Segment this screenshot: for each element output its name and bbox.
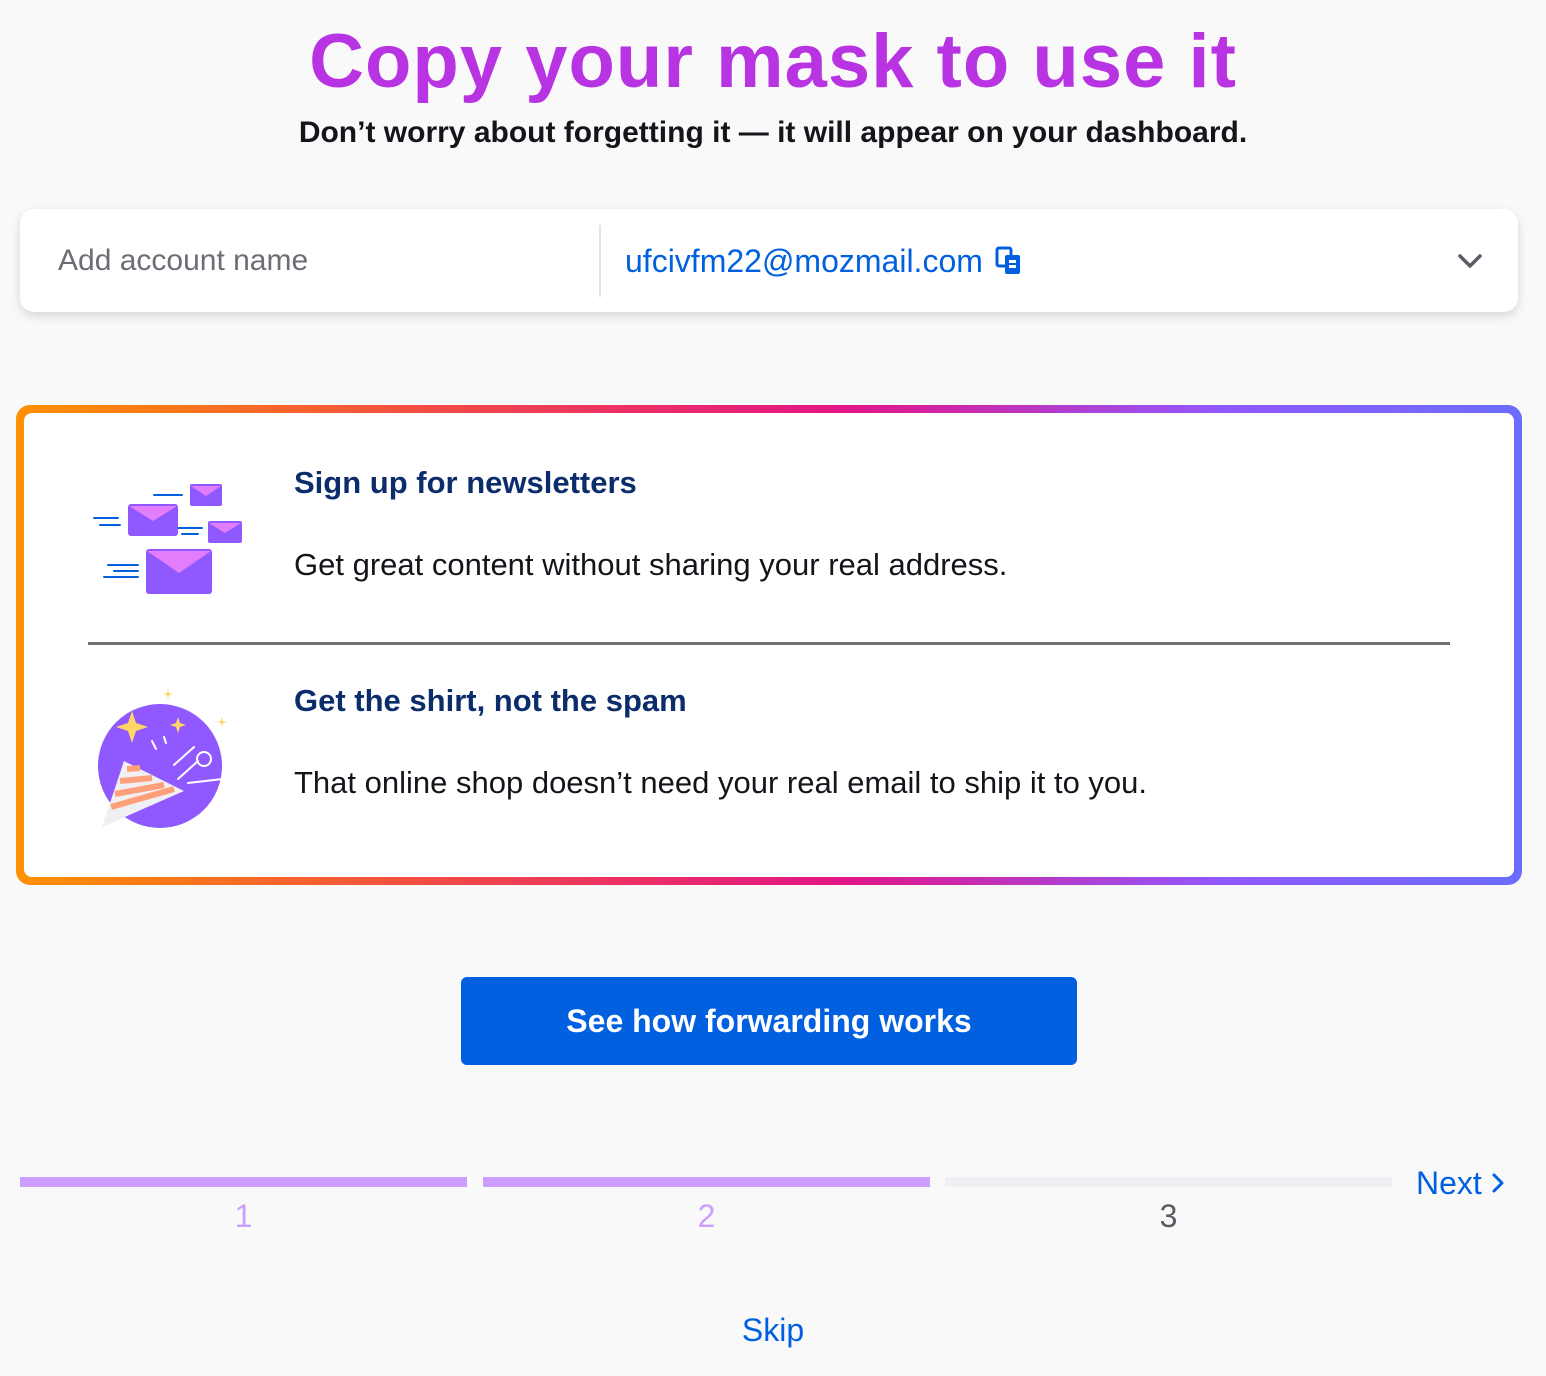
skip-link[interactable]: Skip bbox=[742, 1312, 804, 1348]
copy-mask-button[interactable]: ufcivfm22@mozmail.com bbox=[625, 239, 1023, 283]
next-button[interactable]: Next bbox=[1416, 1160, 1508, 1206]
mask-address: ufcivfm22@mozmail.com bbox=[625, 242, 983, 279]
divider bbox=[599, 225, 601, 297]
chevron-right-icon bbox=[1492, 1173, 1504, 1193]
copy-icon[interactable] bbox=[995, 246, 1023, 276]
feature-heading: Get the shirt, not the spam bbox=[294, 683, 687, 718]
envelopes-icon bbox=[93, 484, 242, 594]
step-progress-bar bbox=[483, 1177, 930, 1187]
next-label: Next bbox=[1416, 1164, 1482, 1201]
see-how-forwarding-works-button[interactable]: See how forwarding works bbox=[461, 977, 1077, 1065]
divider bbox=[88, 642, 1450, 645]
page-subtitle: Don’t worry about forgetting it — it wil… bbox=[298, 116, 1248, 149]
feature-description: That online shop doesn’t need your real … bbox=[294, 765, 1148, 800]
step-progress-bar bbox=[945, 1177, 1392, 1187]
feature-heading: Sign up for newsletters bbox=[294, 465, 637, 500]
mask-card: ufcivfm22@mozmail.com bbox=[20, 209, 1518, 312]
feature-description: Get great content without sharing your r… bbox=[294, 547, 1008, 582]
page-title: Copy your mask to use it bbox=[309, 19, 1237, 104]
party-popper-icon bbox=[98, 689, 241, 828]
chevron-down-icon[interactable] bbox=[1452, 243, 1488, 279]
step-label: 3 bbox=[1159, 1198, 1178, 1234]
step-label: 2 bbox=[697, 1198, 716, 1234]
use-cases-panel: Sign up for newsletters Get great conten… bbox=[16, 405, 1522, 885]
skip-container: Skip bbox=[0, 1312, 1546, 1349]
account-name-input[interactable] bbox=[44, 231, 612, 291]
step-progress-bar bbox=[20, 1177, 467, 1187]
step-label: 1 bbox=[234, 1198, 253, 1234]
